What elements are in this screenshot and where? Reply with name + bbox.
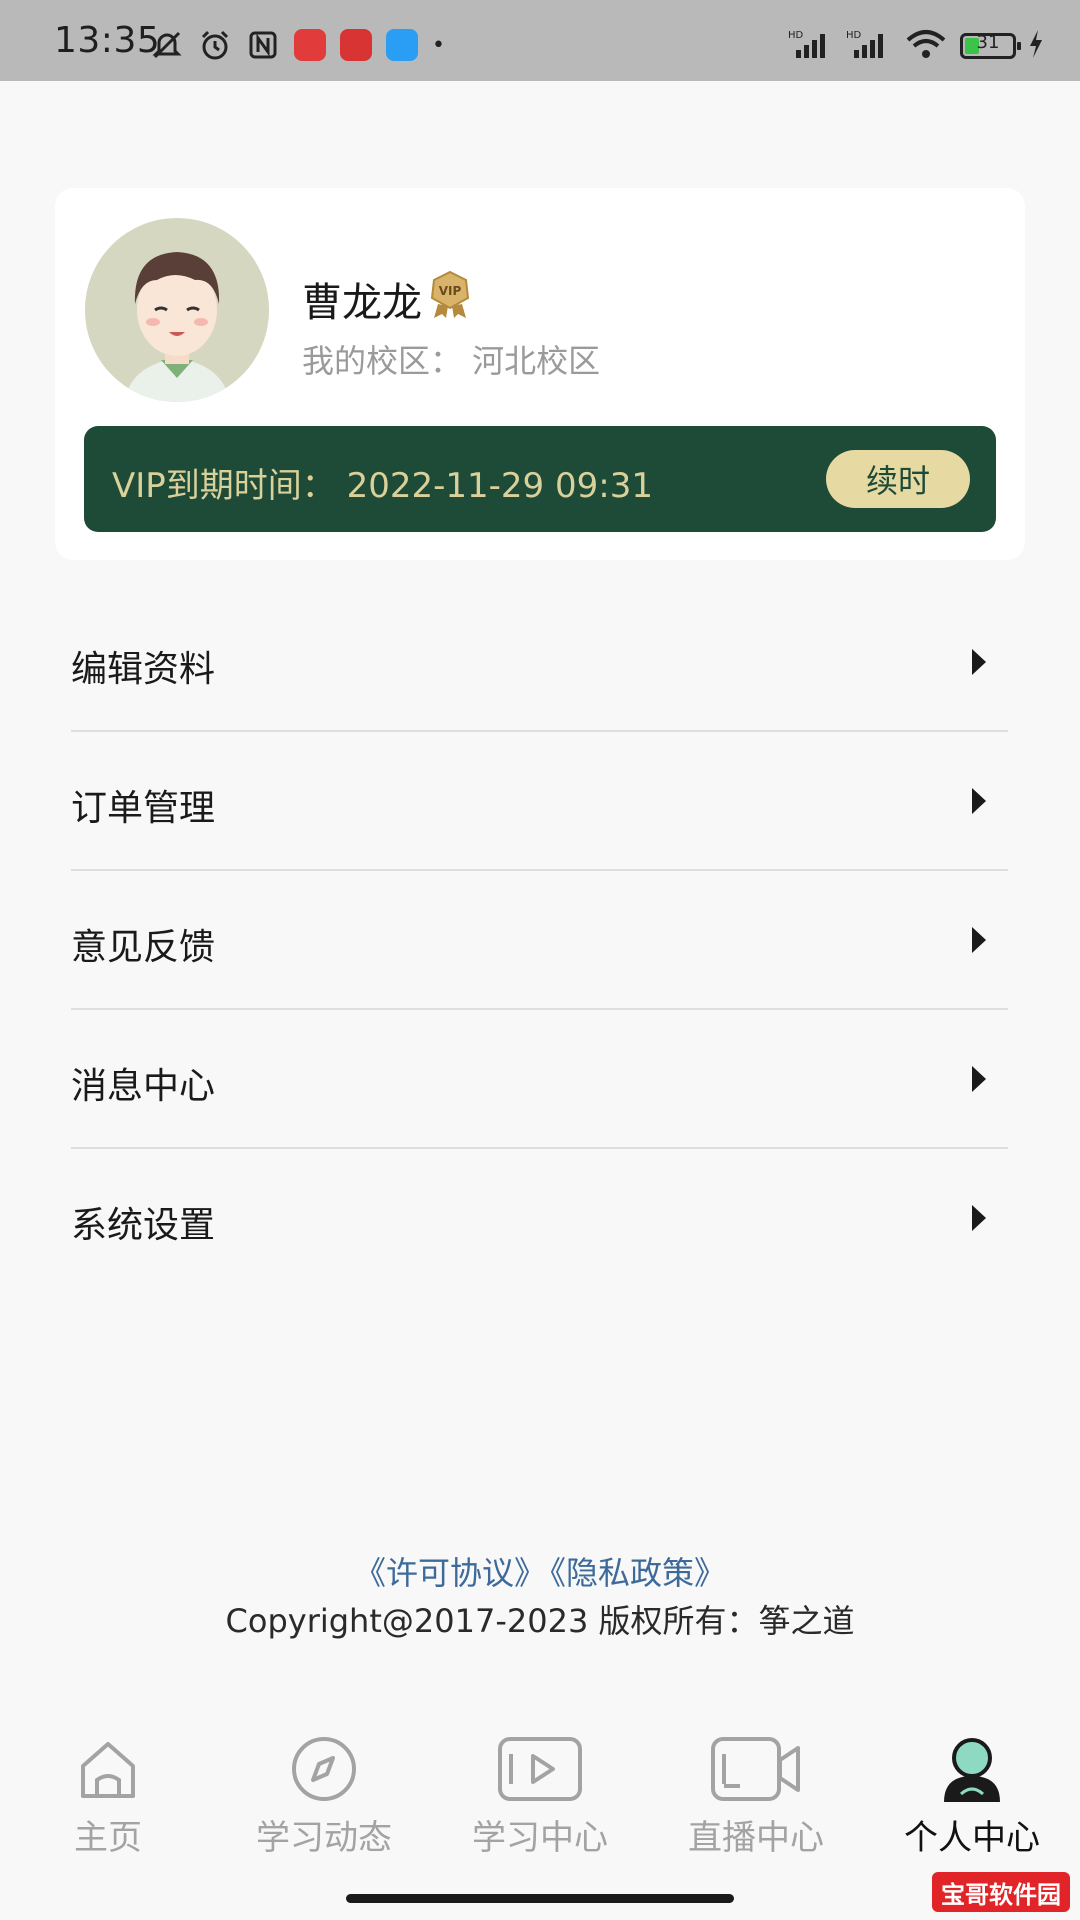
- chevron-right-icon: [972, 927, 986, 953]
- compass-icon: [291, 1736, 357, 1806]
- svg-text:HD: HD: [788, 30, 804, 41]
- battery-icon: 31: [960, 32, 1021, 59]
- menu-item-messages[interactable]: 消息中心: [71, 1010, 1008, 1149]
- menu-item-settings[interactable]: 系统设置: [71, 1149, 1008, 1288]
- menu-item-label: 订单管理: [71, 788, 216, 829]
- chevron-right-icon: [972, 788, 986, 814]
- vip-expiry-bar: VIP到期时间： 2022-11-29 09:31 续时: [84, 426, 996, 532]
- bottom-tab-bar: 主页 学习动态 学习中心 直播中心 个人中心: [0, 1718, 1080, 1868]
- tab-live-center[interactable]: 直播中心: [648, 1718, 864, 1868]
- menu-item-orders[interactable]: 订单管理: [71, 732, 1008, 871]
- legal-links: 《许可协议》 《隐私政策》: [0, 1548, 1080, 1594]
- menu-item-label: 意见反馈: [71, 927, 216, 968]
- svg-text:VIP: VIP: [439, 284, 462, 298]
- play-icon: [497, 1736, 583, 1806]
- menu-item-label: 编辑资料: [71, 649, 216, 690]
- home-indicator[interactable]: [346, 1894, 734, 1903]
- chevron-right-icon: [972, 1205, 986, 1231]
- menu-item-label: 消息中心: [71, 1066, 216, 1107]
- copyright-text: Copyright@2017-2023 版权所有：筝之道: [225, 1602, 855, 1640]
- mute-bell-icon: [150, 28, 184, 62]
- signal-hd-2-icon: HD: [846, 28, 892, 64]
- person-icon: [939, 1736, 1005, 1810]
- tab-label: 学习动态: [256, 1818, 392, 1858]
- battery-level: 31: [976, 32, 1000, 53]
- svg-text:HD: HD: [846, 30, 862, 41]
- status-icons-left: •: [150, 28, 445, 62]
- avatar[interactable]: [85, 218, 269, 402]
- tab-personal-center[interactable]: 个人中心: [864, 1718, 1080, 1868]
- charging-icon: [1028, 30, 1044, 62]
- tab-home[interactable]: 主页: [0, 1718, 216, 1868]
- settings-menu: 编辑资料 订单管理 意见反馈 消息中心 系统设置: [71, 593, 1008, 1288]
- tab-label: 主页: [74, 1818, 142, 1858]
- app-toutiao-icon: [340, 29, 372, 61]
- tab-learning-center[interactable]: 学习中心: [432, 1718, 648, 1868]
- chevron-right-icon: [972, 649, 986, 675]
- campus-label: 我的校区： 河北校区: [302, 342, 601, 380]
- user-name: 曹龙龙: [302, 280, 422, 326]
- status-time: 13:35: [54, 20, 161, 61]
- menu-item-feedback[interactable]: 意见反馈: [71, 871, 1008, 1010]
- home-icon: [75, 1736, 141, 1806]
- profile-card: 曹龙龙 VIP 我的校区： 河北校区 VIP到期时间： 2022-11-29 0…: [55, 188, 1025, 560]
- status-icons-right: HD HD 31: [788, 28, 1044, 64]
- more-dot-icon: •: [432, 32, 445, 58]
- tab-label: 直播中心: [688, 1818, 824, 1858]
- privacy-policy-link[interactable]: 《隐私政策》: [550, 1554, 726, 1592]
- video-camera-icon: [710, 1736, 802, 1806]
- menu-item-label: 系统设置: [71, 1205, 216, 1246]
- alarm-icon: [198, 28, 232, 62]
- vip-expiry-text: VIP到期时间： 2022-11-29 09:31: [112, 466, 653, 506]
- signal-hd-1-icon: HD: [788, 28, 834, 64]
- app-baidu-icon: [294, 29, 326, 61]
- nfc-icon: [246, 28, 280, 62]
- status-bar: 13:35 • HD HD 31: [0, 0, 1080, 81]
- menu-item-edit-profile[interactable]: 编辑资料: [71, 593, 1008, 732]
- watermark-logo: 宝哥软件园: [932, 1872, 1070, 1912]
- tab-label: 个人中心: [904, 1818, 1040, 1858]
- chevron-right-icon: [972, 1066, 986, 1092]
- renew-button[interactable]: 续时: [826, 450, 970, 508]
- license-agreement-link[interactable]: 《许可协议》: [354, 1554, 546, 1592]
- vip-badge-icon: VIP: [428, 270, 472, 318]
- wifi-icon: [904, 28, 948, 64]
- app-chat-icon: [386, 29, 418, 61]
- tab-label: 学习中心: [472, 1818, 608, 1858]
- tab-learning-feed[interactable]: 学习动态: [216, 1718, 432, 1868]
